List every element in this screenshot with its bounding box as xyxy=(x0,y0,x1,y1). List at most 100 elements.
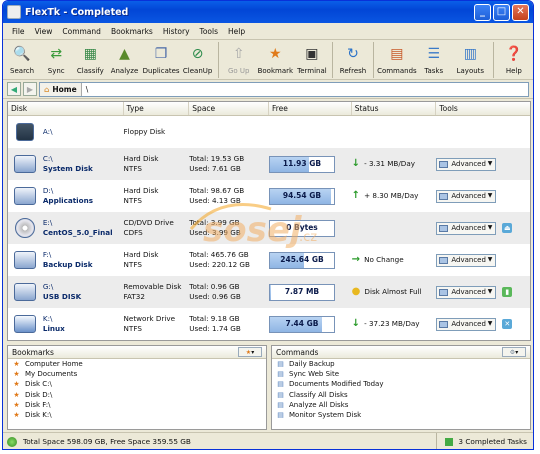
free-space-bar: 0 Bytes xyxy=(268,219,335,237)
disk-space-cell: Total: 0.96 GB Used: 0.96 GB xyxy=(189,276,269,308)
help-button[interactable]: ❓ Help xyxy=(497,42,531,80)
drive-letter[interactable]: F:\ xyxy=(43,250,124,260)
bookmarks-header: Bookmarks ★ ▾ xyxy=(8,346,266,359)
eject-icon[interactable]: ⏏ xyxy=(502,223,513,233)
back-arrow-icon[interactable]: ◀ xyxy=(7,82,21,96)
disk-row[interactable]: K:\ Linux Network Drive NTFS Total: 9.18 GB U… xyxy=(8,308,530,340)
layouts-button[interactable]: ▥ Layouts xyxy=(451,42,490,80)
analyze-button[interactable]: ▲ Analyze xyxy=(107,42,141,80)
drive-label[interactable]: Linux xyxy=(43,324,124,334)
status-text: Disk Almost Full xyxy=(364,287,422,296)
sync-button[interactable]: ⇄ Sync xyxy=(39,42,73,80)
bookmark-button[interactable]: ★ Bookmark xyxy=(256,42,295,80)
maximize-button[interactable]: □ xyxy=(493,3,510,21)
disk-row[interactable]: A:\ Floppy Disk xyxy=(8,116,530,148)
bookmark-item[interactable]: ★ Disk K:\ xyxy=(8,410,266,420)
command-item[interactable]: ▤ Daily Backup xyxy=(272,359,530,369)
drive-letter[interactable]: K:\ xyxy=(43,314,124,324)
toolbar-separator xyxy=(331,42,333,78)
terminal-button[interactable]: ▣ Terminal xyxy=(295,42,329,80)
drive-letter[interactable]: A:\ xyxy=(43,127,124,137)
drive-label[interactable]: Backup Disk xyxy=(43,260,124,270)
advanced-icon xyxy=(439,192,449,200)
drive-label[interactable]: USB DISK xyxy=(43,292,124,302)
completed-tasks[interactable]: 3 Completed Tasks xyxy=(436,433,533,449)
status-text: - 37.23 MB/Day xyxy=(364,319,420,328)
advanced-dropdown[interactable]: Advanced ▼ xyxy=(436,189,497,203)
star-icon: ★ xyxy=(245,348,252,356)
drive-label[interactable]: CentOS_5.0_Final xyxy=(43,228,124,238)
drive-letter[interactable]: C:\ xyxy=(43,154,124,164)
column-header-status[interactable]: Status xyxy=(352,102,437,115)
disk-row[interactable]: F:\ Backup Disk Hard Disk NTFS Total: 465.76… xyxy=(8,244,530,276)
commands-button[interactable]: ▤ Commands xyxy=(377,42,417,80)
command-item[interactable]: ▤ Monitor System Disk xyxy=(272,410,530,420)
command-item[interactable]: ▤ Classify All Disks xyxy=(272,390,530,400)
go-up-button[interactable]: ⇧ Go Up xyxy=(222,42,256,80)
column-header-space[interactable]: Space xyxy=(189,102,269,115)
drive-letter[interactable]: E:\ xyxy=(43,218,124,228)
menu-view[interactable]: View xyxy=(30,27,58,36)
command-item[interactable]: ▤ Analyze All Disks xyxy=(272,400,530,410)
tools-cell: Advanced ▼ xyxy=(436,180,530,212)
search-button[interactable]: 🔍 Search xyxy=(5,42,39,80)
command-item[interactable]: ▤ Sync Web Site xyxy=(272,369,530,379)
toolbar: 🔍 Search ⇄ Sync ▦ Classify ▲ Analyze ❐ Duplic… xyxy=(3,40,533,80)
disk-row[interactable]: D:\ Applications Hard Disk NTFS Total: 98.67… xyxy=(8,180,530,212)
classify-button[interactable]: ▦ Classify xyxy=(73,42,107,80)
total-space: Total: 98.67 GB xyxy=(189,186,245,195)
toolbar-separator xyxy=(492,42,494,78)
minimize-button[interactable]: _ xyxy=(474,3,491,21)
drive-label[interactable]: System Disk xyxy=(43,164,124,174)
drive-letter[interactable]: G:\ xyxy=(43,282,124,292)
advanced-dropdown[interactable]: Advanced ▼ xyxy=(436,253,497,267)
title-bar: FlexTk - Completed _ □ ✕ xyxy=(3,1,533,23)
advanced-icon xyxy=(439,224,449,232)
duplicates-button[interactable]: ❐ Duplicates xyxy=(142,42,181,80)
advanced-dropdown[interactable]: Advanced ▼ xyxy=(436,317,497,331)
app-icon xyxy=(7,5,21,19)
column-header-free[interactable]: Free xyxy=(269,102,352,115)
usb-icon[interactable]: ▮ xyxy=(502,287,513,297)
bookmarks-menu-button[interactable]: ★ ▾ xyxy=(238,347,262,357)
drive-label[interactable]: Applications xyxy=(43,196,124,206)
column-header-type[interactable]: Type xyxy=(124,102,190,115)
advanced-dropdown[interactable]: Advanced ▼ xyxy=(436,221,497,235)
free-space-value: 7.87 MB xyxy=(284,287,320,296)
disconnect-icon[interactable]: ✕ xyxy=(502,319,513,329)
menu-history[interactable]: History xyxy=(158,27,195,36)
close-button[interactable]: ✕ xyxy=(512,3,529,21)
disk-row[interactable]: C:\ System Disk Hard Disk NTFS Total: 19.53 … xyxy=(8,148,530,180)
menu-command[interactable]: Command xyxy=(57,27,106,36)
refresh-button[interactable]: ↻ Refresh xyxy=(336,42,370,80)
command-item[interactable]: ▤ Documents Modified Today xyxy=(272,379,530,389)
column-header-tools[interactable]: Tools xyxy=(436,102,530,115)
bookmark-item[interactable]: ★ Disk F:\ xyxy=(8,400,266,410)
home-button[interactable]: ⌂ Home xyxy=(40,82,82,96)
bookmark-item[interactable]: ★ Disk D:\ xyxy=(8,390,266,400)
disk-row[interactable]: G:\ USB DISK Removable Disk FAT32 Total: 0.9… xyxy=(8,276,530,308)
address-field[interactable]: ⌂ Home \ xyxy=(39,81,529,97)
bookmark-item[interactable]: ★ Computer Home xyxy=(8,359,266,369)
free-space-bar: 7.44 GB xyxy=(268,315,335,333)
status-cell: ● Disk Almost Full xyxy=(352,276,437,308)
tasks-button[interactable]: ☰ Tasks xyxy=(417,42,451,80)
menu-tools[interactable]: Tools xyxy=(195,27,223,36)
advanced-dropdown[interactable]: Advanced ▼ xyxy=(436,285,497,299)
cleanup-button[interactable]: ⊘ CleanUp xyxy=(181,42,215,80)
advanced-dropdown[interactable]: Advanced ▼ xyxy=(436,157,497,171)
menu-file[interactable]: File xyxy=(7,27,30,36)
disk-row[interactable]: E:\ CentOS_5.0_Final CD/DVD Drive CDFS Total… xyxy=(8,212,530,244)
commands-menu-button[interactable]: ⚙ ▾ xyxy=(502,347,526,357)
drive-icon-cell xyxy=(8,148,43,180)
disk-name-cell: A:\ xyxy=(43,116,124,148)
drive-letter[interactable]: D:\ xyxy=(43,186,124,196)
forward-arrow-icon[interactable]: ▶ xyxy=(23,82,37,96)
file-system: NTFS xyxy=(123,196,142,205)
column-header-disk[interactable]: Disk xyxy=(8,102,124,115)
bookmark-item[interactable]: ★ My Documents xyxy=(8,369,266,379)
bookmark-icon: ★ xyxy=(269,46,282,62)
bookmark-item[interactable]: ★ Disk C:\ xyxy=(8,379,266,389)
menu-bookmarks[interactable]: Bookmarks xyxy=(106,27,158,36)
menu-help[interactable]: Help xyxy=(223,27,250,36)
